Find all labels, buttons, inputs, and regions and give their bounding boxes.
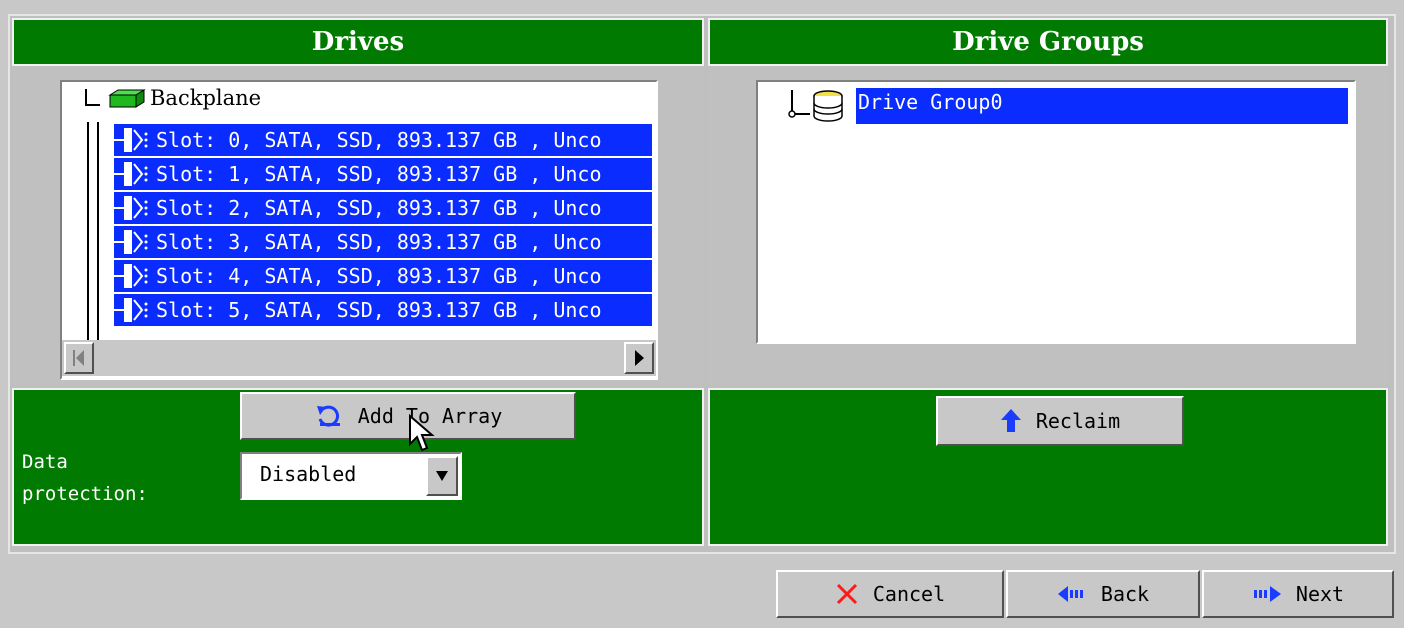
backplane-icon bbox=[108, 89, 146, 108]
slot-row-5[interactable]: Slot: 5, SATA, SSD, 893.137 GB , Unco bbox=[150, 294, 652, 326]
chevron-down-icon bbox=[436, 471, 448, 481]
drive-slot-icon bbox=[114, 158, 150, 190]
drive-slot-icon bbox=[114, 294, 150, 326]
cancel-label: Cancel bbox=[872, 582, 946, 606]
tree-connector-icon bbox=[85, 89, 100, 106]
reclaim-button[interactable]: Reclaim bbox=[936, 396, 1184, 446]
backplane-label: Backplane bbox=[150, 86, 262, 110]
data-protection-label-line1: Data bbox=[22, 451, 68, 473]
drive-slot-icon bbox=[114, 226, 150, 258]
dropdown-arrow-button[interactable] bbox=[426, 456, 458, 496]
slot-row-0[interactable]: Slot: 0, SATA, SSD, 893.137 GB , Unco bbox=[150, 124, 652, 156]
group-connector-icon bbox=[788, 90, 810, 118]
drive-slot-icon bbox=[114, 260, 150, 292]
scroll-left-button[interactable] bbox=[64, 342, 94, 374]
next-arrow-icon bbox=[1253, 586, 1281, 602]
drive-groups-title: Drive Groups bbox=[952, 27, 1144, 57]
slot-row-2[interactable]: Slot: 2, SATA, SSD, 893.137 GB , Unco bbox=[150, 192, 652, 224]
drive-slot-icon bbox=[114, 192, 150, 224]
scroll-right-button[interactable] bbox=[624, 342, 654, 374]
reclaim-label: Reclaim bbox=[1035, 409, 1121, 433]
drive-groups-header: Drive Groups bbox=[708, 18, 1388, 66]
data-protection-value: Disabled bbox=[260, 462, 357, 486]
back-arrow-icon bbox=[1057, 586, 1083, 602]
scroll-right-icon bbox=[635, 350, 644, 366]
slot-row-3[interactable]: Slot: 3, SATA, SSD, 893.137 GB , Unco bbox=[150, 226, 652, 258]
horizontal-scrollbar[interactable] bbox=[62, 340, 656, 376]
cancel-x-icon bbox=[836, 583, 857, 605]
next-button[interactable]: Next bbox=[1202, 570, 1394, 618]
next-label: Next bbox=[1295, 582, 1345, 606]
slot-row-4[interactable]: Slot: 4, SATA, SSD, 893.137 GB , Unco bbox=[150, 260, 652, 292]
cancel-button[interactable]: Cancel bbox=[776, 570, 1004, 618]
drives-header: Drives bbox=[12, 18, 704, 66]
back-label: Back bbox=[1100, 582, 1150, 606]
add-to-array-icon bbox=[316, 405, 340, 427]
reclaim-arrow-up-icon bbox=[1000, 409, 1021, 432]
mouse-cursor-icon bbox=[409, 414, 435, 452]
back-button[interactable]: Back bbox=[1006, 570, 1200, 618]
backplane-node[interactable]: Backplane bbox=[84, 86, 261, 110]
data-protection-select[interactable]: Disabled bbox=[240, 452, 462, 500]
tree-lines bbox=[87, 122, 99, 340]
data-protection-label-line2: protection: bbox=[22, 483, 148, 505]
drives-title: Drives bbox=[311, 27, 405, 57]
slot-row-1[interactable]: Slot: 1, SATA, SSD, 893.137 GB , Unco bbox=[150, 158, 652, 190]
drive-slot-icon bbox=[114, 124, 150, 156]
scroll-left-icon bbox=[73, 350, 84, 366]
drive-group-0[interactable]: Drive Group0 bbox=[856, 88, 1348, 124]
drive-group-icon bbox=[813, 90, 843, 122]
